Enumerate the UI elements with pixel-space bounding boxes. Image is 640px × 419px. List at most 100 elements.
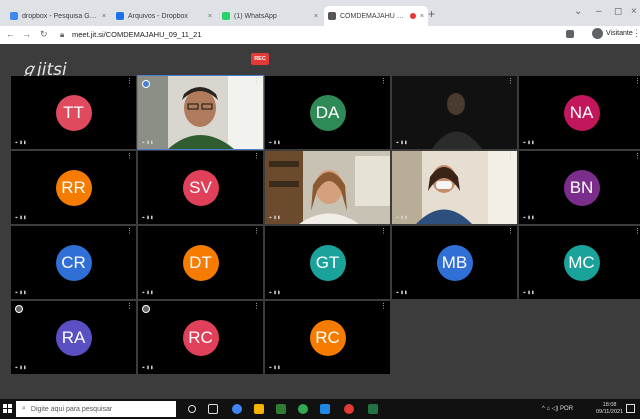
browser-menu-icon[interactable]: ⋮ [632,28,640,39]
participant-avatar-tile[interactable]: RC ⋮ ⌖ ▮▮ [138,301,263,374]
tab-close-icon[interactable]: × [102,13,106,20]
tab-title: dropbox - Pesquisa Google [22,12,98,20]
system-tray[interactable]: ^ ⌂ ◁) POR [542,405,573,412]
cortana-icon[interactable] [188,405,196,413]
tab-title: Arquivos - Dropbox [128,12,188,20]
participant-avatar: DA [309,94,346,131]
connection-status-icon: ⌖ ▮▮ [15,140,27,146]
file-explorer-icon[interactable] [254,404,264,414]
tile-menu-icon[interactable]: ⋮ [507,228,514,235]
reload-icon[interactable]: ↻ [40,29,48,40]
participant-avatar-tile[interactable]: MC ⋮ ⌖ ▮▮ [519,226,640,299]
participant-avatar-tile[interactable]: RA ⋮ ⌖ ▮▮ [11,301,136,374]
participant-avatar-tile[interactable]: NA ⋮ ⌖ ▮▮ [519,76,640,149]
word-icon[interactable] [320,404,330,414]
browser-tab[interactable]: COMDEMAJAHU 09 11 21 × [324,6,428,26]
browser-tab[interactable]: dropbox - Pesquisa Google × [6,6,110,26]
taskbar-search[interactable]: ⌕ Digite aqui para pesquisar [16,401,176,417]
participant-video-tile[interactable]: ⋮ ⌖ ▮▮ [392,151,517,224]
favicon-icon [116,12,124,20]
participant-avatar: TT [55,94,92,131]
connection-status-icon: ⌖ ▮▮ [396,290,408,296]
tile-menu-icon[interactable]: ⋮ [634,78,640,85]
chrome-icon[interactable] [232,404,242,414]
tile-menu-icon[interactable]: ⋮ [126,153,133,160]
tile-menu-icon[interactable]: ⋮ [126,303,133,310]
window-close-icon[interactable]: × [631,6,637,17]
windows-taskbar: ⌕ Digite aqui para pesquisar ^ ⌂ ◁) POR … [0,399,640,419]
tab-close-icon[interactable]: × [208,13,212,20]
clock-date: 09/11/2021 [596,409,624,415]
connection-status-icon: ⌖ ▮▮ [523,140,535,146]
back-icon[interactable]: ← [6,29,15,39]
tab-title: COMDEMAJAHU 09 11 21 [340,12,406,20]
participant-avatar: GT [309,244,346,281]
participant-avatar-tile[interactable]: DT ⋮ ⌖ ▮▮ [138,226,263,299]
browser-tab[interactable]: Arquivos - Dropbox × [112,6,216,26]
clock[interactable]: 18:08 09/11/2021 [596,402,623,416]
tile-menu-icon[interactable]: ⋮ [126,228,133,235]
connection-status-icon: ⌖ ▮▮ [396,140,408,146]
maximize-icon[interactable]: ◻ [614,6,622,17]
participant-avatar-tile[interactable]: CR ⋮ ⌖ ▮▮ [11,226,136,299]
new-tab-button[interactable]: + [428,7,435,21]
participant-avatar-tile[interactable]: MB ⋮ ⌖ ▮▮ [392,226,517,299]
favicon-icon [10,12,18,20]
store-icon[interactable] [276,404,286,414]
participant-avatar-tile[interactable]: SV ⋮ ⌖ ▮▮ [138,151,263,224]
minimize-icon[interactable]: – [596,6,602,17]
profile-label[interactable]: Visitante [606,30,633,37]
tile-menu-icon[interactable]: ⋮ [507,78,514,85]
participant-avatar-tile[interactable]: DA ⋮ ⌖ ▮▮ [265,76,390,149]
tile-menu-icon[interactable]: ⋮ [126,78,133,85]
participant-avatar-tile[interactable]: RR ⋮ ⌖ ▮▮ [11,151,136,224]
participant-avatar: SV [182,169,219,206]
participant-avatar-tile[interactable]: RC ⋮ ⌖ ▮▮ [265,301,390,374]
url-field[interactable]: meet.jit.si/COMDEMAJAHU_09_11_21 [72,30,202,39]
search-icon: ⌕ [22,405,26,412]
address-bar: ← → ↻ 🔒︎ meet.jit.si/COMDEMAJAHU_09_11_2… [0,26,640,44]
browser-tab[interactable]: (1) WhatsApp × [218,6,322,26]
participant-avatar-tile[interactable]: BN ⋮ ⌖ ▮▮ [519,151,640,224]
extension-icon[interactable] [566,30,574,38]
connection-status-icon: ⌖ ▮▮ [15,365,27,371]
lock-icon[interactable]: 🔒︎ [60,30,64,40]
tile-menu-icon[interactable]: ⋮ [380,78,387,85]
participant-video-tile[interactable]: ⋮ ⌖ ▮▮ [137,75,264,150]
tile-menu-icon[interactable]: ⋮ [253,78,260,85]
forward-icon[interactable]: → [22,29,31,39]
tile-menu-icon[interactable]: ⋮ [253,228,260,235]
participant-avatar-tile[interactable]: TT ⋮ ⌖ ▮▮ [11,76,136,149]
connection-status-icon: ⌖ ▮▮ [15,290,27,296]
participant-avatar: CR [55,244,92,281]
connection-status-icon: ⌖ ▮▮ [269,290,281,296]
participant-avatar: NA [563,94,600,131]
tab-close-icon[interactable]: × [420,13,424,20]
tile-menu-icon[interactable]: ⋮ [253,153,260,160]
participant-video-tile[interactable]: ⋮ ⌖ ▮▮ [392,76,517,149]
connection-status-icon: ⌖ ▮▮ [142,290,154,296]
tab-search-icon[interactable]: ⌄ [574,6,582,17]
start-icon[interactable] [3,404,13,414]
connection-status-icon: ⌖ ▮▮ [396,215,408,221]
tile-menu-icon[interactable]: ⋮ [507,153,514,160]
tile-menu-icon[interactable]: ⋮ [380,153,387,160]
notification-icon[interactable] [626,404,635,413]
participant-video-tile[interactable]: ⋮ ⌖ ▮▮ [265,151,390,224]
tile-menu-icon[interactable]: ⋮ [634,228,640,235]
tab-close-icon[interactable]: × [314,13,318,20]
app-icon[interactable] [298,404,308,414]
tile-menu-icon[interactable]: ⋮ [634,153,640,160]
chrome-alt-icon[interactable] [344,404,354,414]
excel-icon[interactable] [368,404,378,414]
recording-badge: REC [251,53,269,65]
profile-avatar-icon[interactable] [592,28,603,39]
connection-status-icon: ⌖ ▮▮ [523,290,535,296]
connection-status-icon: ⌖ ▮▮ [269,365,281,371]
participant-avatar-tile[interactable]: GT ⋮ ⌖ ▮▮ [265,226,390,299]
tile-menu-icon[interactable]: ⋮ [380,303,387,310]
taskbar-search-placeholder: Digite aqui para pesquisar [30,405,113,413]
task-view-icon[interactable] [208,404,218,414]
tile-menu-icon[interactable]: ⋮ [253,303,260,310]
tile-menu-icon[interactable]: ⋮ [380,228,387,235]
